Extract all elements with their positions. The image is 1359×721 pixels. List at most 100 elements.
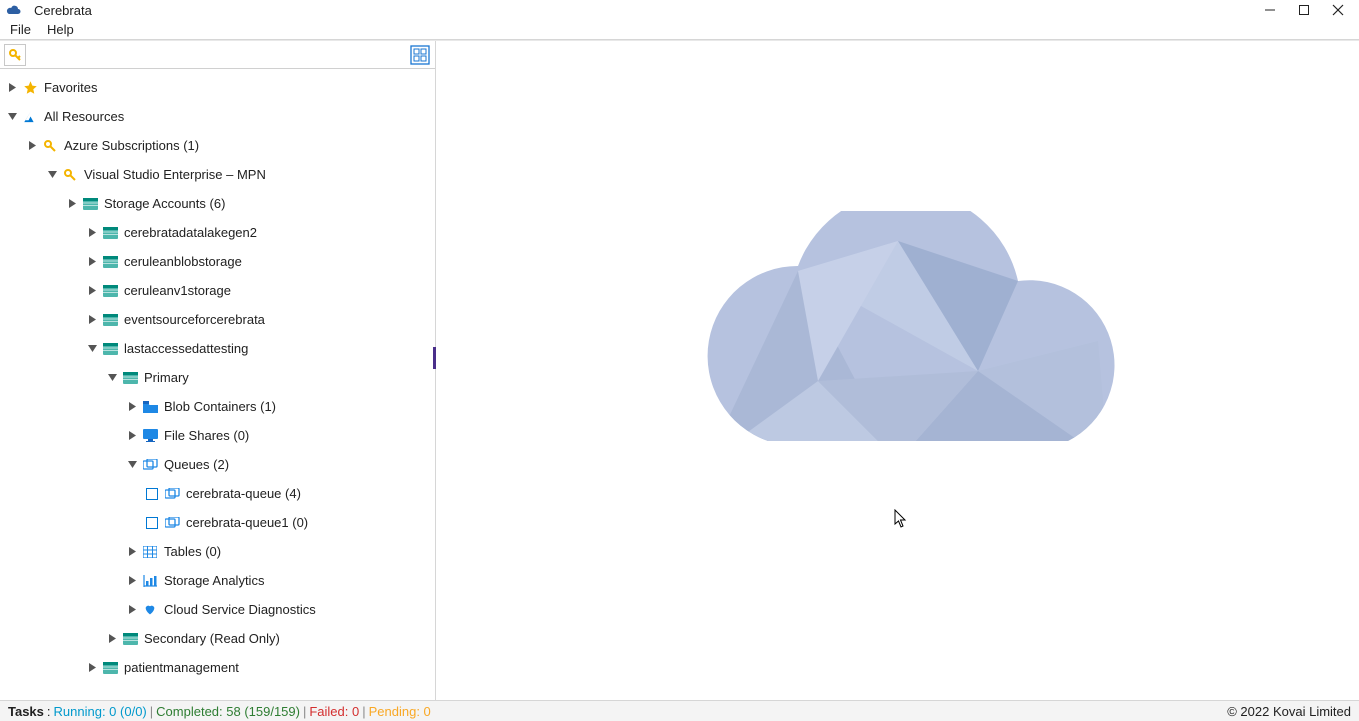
content-pane — [436, 41, 1359, 700]
status-completed: Completed: 58 (159/159) — [156, 704, 300, 719]
expander-collapsed-icon[interactable] — [126, 575, 138, 587]
tree-node-storage-account[interactable]: ceruleanv1storage — [0, 276, 435, 305]
tree-node-tables[interactable]: Tables (0) — [0, 537, 435, 566]
resource-tree[interactable]: Favorites All Resources Azure Subscripti… — [0, 69, 435, 700]
monitor-icon — [142, 428, 158, 444]
cloud-placeholder-icon — [638, 211, 1158, 531]
expander-collapsed-icon[interactable] — [66, 198, 78, 210]
tree-label: Azure Subscriptions (1) — [64, 138, 199, 153]
tree-label: Queues (2) — [164, 457, 229, 472]
chart-icon — [142, 573, 158, 589]
checkbox[interactable] — [146, 517, 158, 529]
tree-node-primary[interactable]: Primary — [0, 363, 435, 392]
expander-collapsed-icon[interactable] — [86, 662, 98, 674]
expander-expanded-icon[interactable] — [86, 343, 98, 355]
tree-node-vs-enterprise[interactable]: Visual Studio Enterprise – MPN — [0, 160, 435, 189]
storage-icon — [82, 196, 98, 212]
tree-label: cerebratadatalakegen2 — [124, 225, 257, 240]
storage-icon — [122, 370, 138, 386]
tree-node-storage-account[interactable]: eventsourceforcerebrata — [0, 305, 435, 334]
expander-collapsed-icon[interactable] — [126, 430, 138, 442]
expander-collapsed-icon[interactable] — [86, 285, 98, 297]
app-cloud-icon — [6, 2, 22, 18]
tree-node-storage-account[interactable]: ceruleanblobstorage — [0, 247, 435, 276]
expander-collapsed-icon[interactable] — [86, 256, 98, 268]
tree-label: Secondary (Read Only) — [144, 631, 280, 646]
storage-icon — [122, 631, 138, 647]
checkbox[interactable] — [146, 488, 158, 500]
menu-file[interactable]: File — [10, 22, 31, 37]
queue-icon — [164, 486, 180, 502]
tree-label: Blob Containers (1) — [164, 399, 276, 414]
tree-node-diagnostics[interactable]: Cloud Service Diagnostics — [0, 595, 435, 624]
tree-node-queue-item[interactable]: cerebrata-queue (4) — [0, 479, 435, 508]
status-bar: Tasks: Running: 0 (0/0) | Completed: 58 … — [0, 700, 1359, 721]
tree-node-secondary[interactable]: Secondary (Read Only) — [0, 624, 435, 653]
expander-expanded-icon[interactable] — [46, 169, 58, 181]
expander-collapsed-icon[interactable] — [126, 604, 138, 616]
status-failed: Failed: 0 — [309, 704, 359, 719]
expander-collapsed-icon[interactable] — [26, 140, 38, 152]
folder-icon — [142, 399, 158, 415]
tree-label: Storage Accounts (6) — [104, 196, 225, 211]
tree-label: cerebrata-queue (4) — [186, 486, 301, 501]
sidebar-toolbar — [0, 41, 435, 69]
queue-icon — [164, 515, 180, 531]
expander-collapsed-icon[interactable] — [126, 546, 138, 558]
status-pending: Pending: 0 — [369, 704, 431, 719]
menu-help[interactable]: Help — [47, 22, 74, 37]
expander-collapsed-icon[interactable] — [126, 401, 138, 413]
tree-label: lastaccessedattesting — [124, 341, 248, 356]
key-icon-button[interactable] — [4, 44, 26, 66]
tree-label: Storage Analytics — [164, 573, 264, 588]
copyright-text: © 2022 Kovai Limited — [1227, 704, 1351, 719]
tree-label: Tables (0) — [164, 544, 221, 559]
queue-icon — [142, 457, 158, 473]
storage-icon — [102, 225, 118, 241]
maximize-button[interactable] — [1297, 3, 1311, 17]
heart-icon — [142, 602, 158, 618]
tree-label: Favorites — [44, 80, 97, 95]
main-area: Favorites All Resources Azure Subscripti… — [0, 40, 1359, 700]
tree-label: eventsourceforcerebrata — [124, 312, 265, 327]
menu-bar: File Help — [0, 20, 1359, 40]
expander-collapsed-icon[interactable] — [86, 314, 98, 326]
expander-expanded-icon[interactable] — [106, 372, 118, 384]
tree-label: Primary — [144, 370, 189, 385]
status-tasks-label: Tasks — [8, 704, 44, 719]
tree-label: Cloud Service Diagnostics — [164, 602, 316, 617]
title-bar: Cerebrata — [0, 0, 1359, 20]
tree-node-queue-item[interactable]: cerebrata-queue1 (0) — [0, 508, 435, 537]
expander-collapsed-icon[interactable] — [6, 82, 18, 94]
sidebar: Favorites All Resources Azure Subscripti… — [0, 41, 436, 700]
tree-node-all-resources[interactable]: All Resources — [0, 102, 435, 131]
star-icon — [22, 80, 38, 96]
tree-node-blob-containers[interactable]: Blob Containers (1) — [0, 392, 435, 421]
tree-node-azure-subscriptions[interactable]: Azure Subscriptions (1) — [0, 131, 435, 160]
key-icon — [62, 167, 78, 183]
expander-expanded-icon[interactable] — [6, 111, 18, 123]
grid-icon-button[interactable] — [409, 44, 431, 66]
key-icon — [42, 138, 58, 154]
expander-collapsed-icon[interactable] — [86, 227, 98, 239]
expander-collapsed-icon[interactable] — [106, 633, 118, 645]
expander-expanded-icon[interactable] — [126, 459, 138, 471]
table-icon — [142, 544, 158, 560]
tree-node-storage-account[interactable]: cerebratadatalakegen2 — [0, 218, 435, 247]
close-button[interactable] — [1331, 3, 1345, 17]
minimize-button[interactable] — [1263, 3, 1277, 17]
tree-node-storage-account[interactable]: lastaccessedattesting — [0, 334, 435, 363]
tree-node-analytics[interactable]: Storage Analytics — [0, 566, 435, 595]
azure-icon — [22, 109, 38, 125]
status-running: Running: 0 (0/0) — [54, 704, 147, 719]
tree-node-storage-account[interactable]: patientmanagement — [0, 653, 435, 682]
tree-node-queues[interactable]: Queues (2) — [0, 450, 435, 479]
storage-icon — [102, 283, 118, 299]
tree-node-favorites[interactable]: Favorites — [0, 73, 435, 102]
tree-node-storage-accounts[interactable]: Storage Accounts (6) — [0, 189, 435, 218]
tree-label: Visual Studio Enterprise – MPN — [84, 167, 266, 182]
tree-node-file-shares[interactable]: File Shares (0) — [0, 421, 435, 450]
app-title: Cerebrata — [34, 3, 92, 18]
tree-label: ceruleanv1storage — [124, 283, 231, 298]
tree-label: ceruleanblobstorage — [124, 254, 242, 269]
